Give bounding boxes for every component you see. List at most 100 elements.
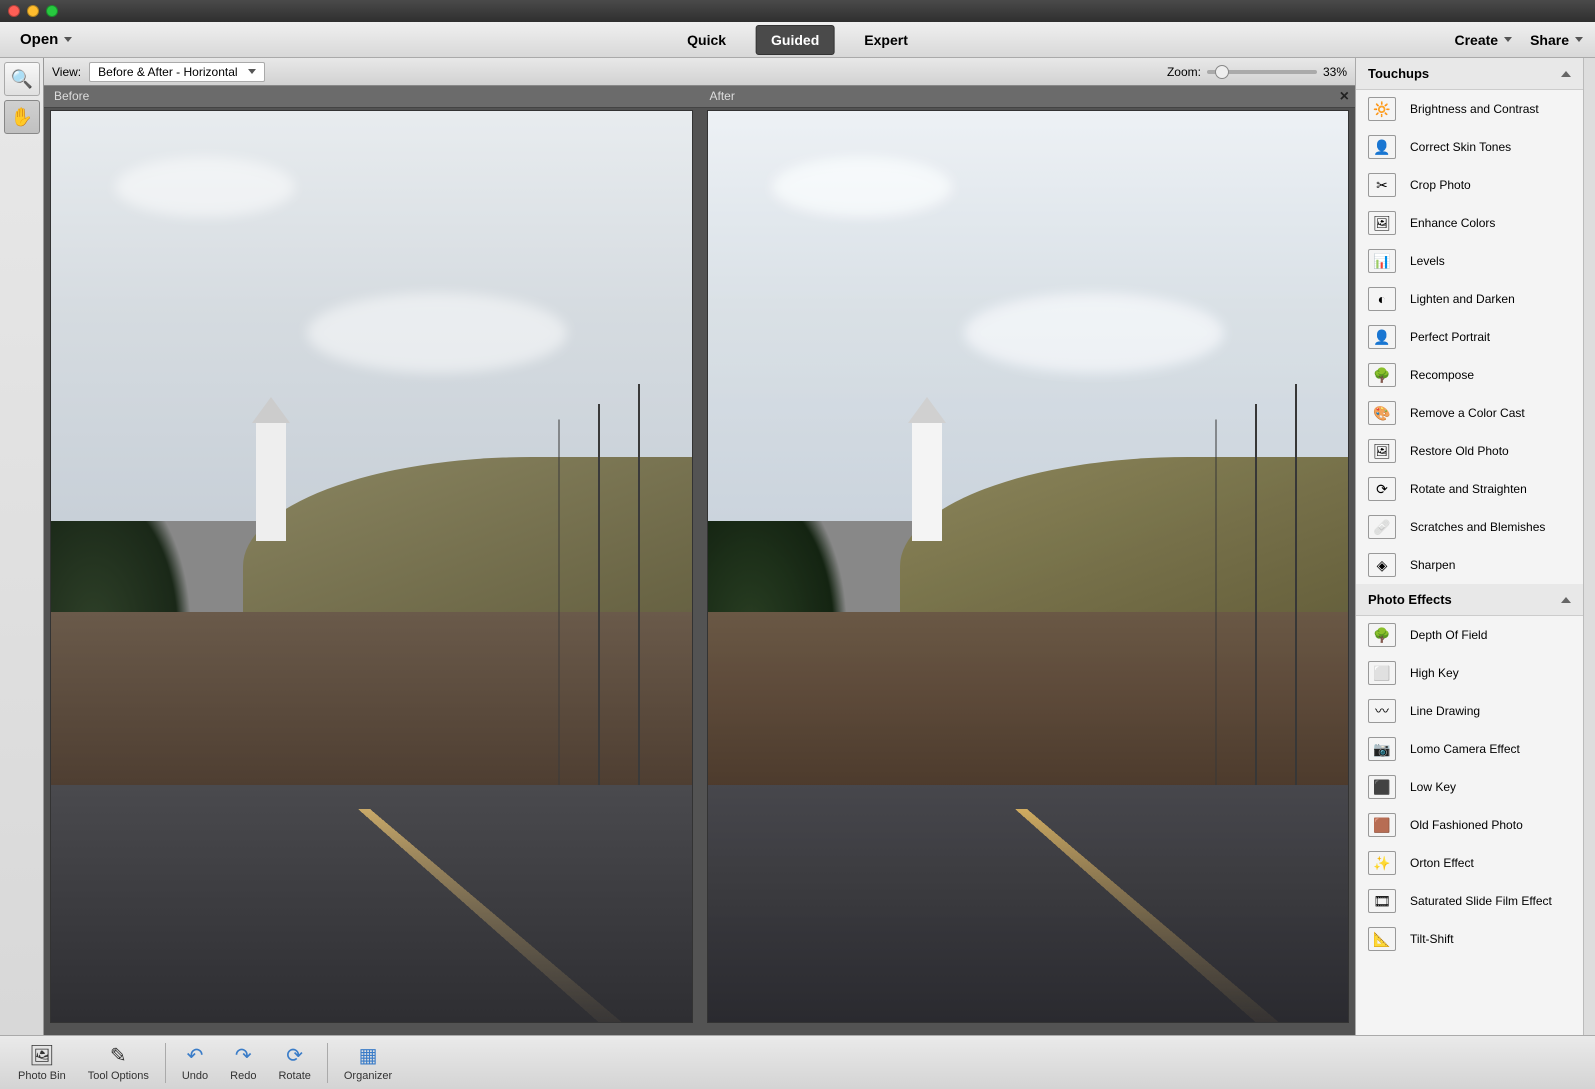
touchup-label: Restore Old Photo [1410,444,1509,458]
touchup-item[interactable]: 👤 Correct Skin Tones [1356,128,1583,166]
touchup-item[interactable]: 🖼Enhance Colors [1356,204,1583,242]
effect-icon: 🎞 [1368,889,1396,913]
undo-label: Undo [182,1070,208,1082]
photo-bin-button[interactable]: 🖼 Photo Bin [10,1040,74,1086]
window-minimize-button[interactable] [27,5,39,17]
effect-icon: ⬜ [1368,661,1396,685]
create-label: Create [1454,32,1498,48]
dropdown-arrow-icon [248,69,256,74]
tool-options-icon: ✎ [110,1044,127,1068]
touchup-label: Crop Photo [1410,178,1471,192]
redo-button[interactable]: ↷ Redo [222,1040,264,1086]
canvas-area: View: Before & After - Horizontal Zoom: … [44,58,1355,1035]
effect-item[interactable]: 📷Lomo Camera Effect [1356,730,1583,768]
effect-icon: ⬛ [1368,775,1396,799]
effect-item[interactable]: 📐 Tilt-Shift [1356,920,1583,958]
touchup-icon: 📊 [1368,249,1396,273]
organizer-button[interactable]: ▦ Organizer [336,1040,400,1086]
touchup-icon: 🔆 [1368,97,1396,121]
touchup-icon: 🖼 [1368,439,1396,463]
touchup-icon: ✂ [1368,173,1396,197]
touchup-item[interactable]: 🌳Recompose [1356,356,1583,394]
close-document-button[interactable]: × [1340,88,1349,106]
hand-tool[interactable]: ✋ [4,100,40,134]
rotate-button[interactable]: ⟳ Rotate [270,1040,318,1086]
open-menu[interactable]: Open [12,27,80,52]
zoom-slider-thumb[interactable] [1215,65,1229,79]
tool-options-button[interactable]: ✎ Tool Options [80,1040,157,1086]
effect-item[interactable]: 🌳Depth Of Field [1356,616,1583,654]
touchup-item[interactable]: 👤Perfect Portrait [1356,318,1583,356]
organizer-label: Organizer [344,1070,392,1082]
guided-edits-panel: Touchups 🔆 Brightness and Contrast 👤 Correc… [1355,58,1583,1035]
effect-item[interactable]: 🎞Saturated Slide Film Effect [1356,882,1583,920]
right-menu: Create Share [1454,32,1583,48]
photo-content [708,111,1349,1022]
dropdown-arrow-icon [64,37,72,42]
window-titlebar [0,0,1595,22]
touchup-item[interactable]: ✂ Crop Photo [1356,166,1583,204]
image-comparison-row [44,108,1355,1035]
touchup-item[interactable]: ◈Sharpen [1356,546,1583,584]
zoom-value: 33% [1323,65,1347,79]
touchup-item[interactable]: 📊Levels [1356,242,1583,280]
touchup-item[interactable]: ⟳Rotate and Straighten [1356,470,1583,508]
zoom-tool[interactable]: 🔍 [4,62,40,96]
top-menubar: Open Quick Guided Expert Create Share [0,22,1595,58]
mode-tabs: Quick Guided Expert [673,25,922,55]
window-zoom-button[interactable] [46,5,58,17]
effect-icon: ✨ [1368,851,1396,875]
effect-item[interactable]: ⬜High Key [1356,654,1583,692]
touchup-item[interactable]: 🔆 Brightness and Contrast [1356,90,1583,128]
touchups-section-header[interactable]: Touchups [1356,58,1583,90]
touchup-icon: 👤 [1368,135,1396,159]
tab-guided[interactable]: Guided [756,25,834,55]
redo-icon: ↷ [235,1044,252,1068]
magnifier-icon: 🔍 [11,69,33,90]
open-label: Open [20,31,58,48]
effect-label: Orton Effect [1410,856,1474,870]
touchup-label: Brightness and Contrast [1410,102,1539,116]
photo-effects-section-header[interactable]: Photo Effects [1356,584,1583,616]
panel-scrollbar[interactable] [1583,58,1595,1035]
effect-item[interactable]: 〰Line Drawing [1356,692,1583,730]
chevron-up-icon [1561,71,1571,77]
zoom-slider[interactable] [1207,70,1317,74]
view-select[interactable]: Before & After - Horizontal [89,62,264,82]
effect-item[interactable]: ✨ Orton Effect [1356,844,1583,882]
touchup-item[interactable]: 🎨Remove a Color Cast [1356,394,1583,432]
touchup-label: Correct Skin Tones [1410,140,1511,154]
after-image[interactable] [707,110,1350,1023]
view-bar: View: Before & After - Horizontal Zoom: … [44,58,1355,86]
left-toolbar: 🔍 ✋ [0,58,44,1035]
rotate-icon: ⟳ [286,1044,303,1068]
share-menu[interactable]: Share [1530,32,1583,48]
tab-quick[interactable]: Quick [673,26,740,54]
create-menu[interactable]: Create [1454,32,1512,48]
touchup-label: Perfect Portrait [1410,330,1490,344]
effect-item[interactable]: 🟫Old Fashioned Photo [1356,806,1583,844]
undo-button[interactable]: ↶ Undo [174,1040,216,1086]
compare-header: Before After × [44,86,1355,108]
touchup-label: Remove a Color Cast [1410,406,1525,420]
effect-label: Tilt-Shift [1410,932,1454,946]
main-area: 🔍 ✋ View: Before & After - Horizontal Zo… [0,58,1595,1035]
effect-icon: 📐 [1368,927,1396,951]
effect-item[interactable]: ⬛Low Key [1356,768,1583,806]
view-label: View: [52,65,81,79]
touchup-icon: ◐ [1368,287,1396,311]
effect-icon: 📷 [1368,737,1396,761]
touchup-item[interactable]: 🖼 Restore Old Photo [1356,432,1583,470]
effect-label: Depth Of Field [1410,628,1487,642]
touchup-icon: ⟳ [1368,477,1396,501]
touchup-item[interactable]: 🩹Scratches and Blemishes [1356,508,1583,546]
rotate-label: Rotate [278,1070,310,1082]
hand-icon: ✋ [11,107,33,128]
touchup-item[interactable]: ◐Lighten and Darken [1356,280,1583,318]
separator [165,1043,166,1083]
effect-icon: 〰 [1368,699,1396,723]
window-close-button[interactable] [8,5,20,17]
before-image[interactable] [50,110,693,1023]
touchup-icon: ◈ [1368,553,1396,577]
tab-expert[interactable]: Expert [850,26,922,54]
